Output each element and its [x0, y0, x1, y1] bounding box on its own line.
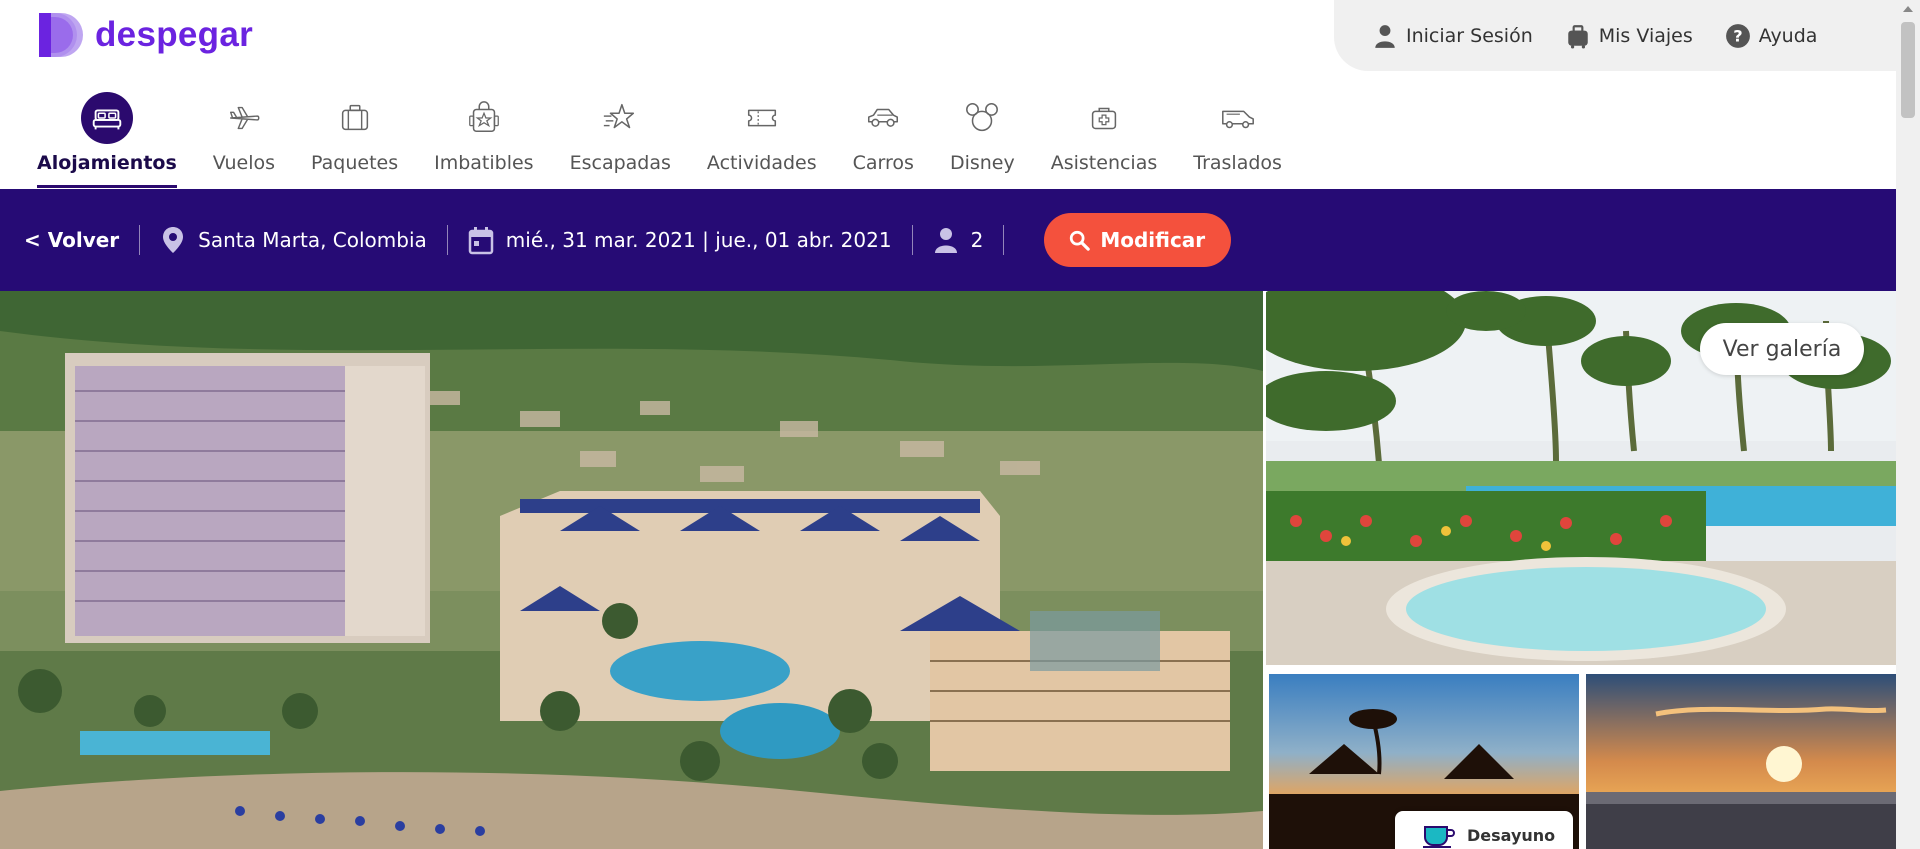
guests-count: 2	[970, 228, 984, 252]
help-icon: ?	[1725, 23, 1750, 48]
help-link[interactable]: ? Ayuda	[1725, 23, 1818, 49]
nav-item-imbatibles[interactable]: Imbatibles	[425, 92, 542, 188]
header: despegar Iniciar Sesión Mis Viajes ? Ayu…	[0, 0, 1896, 188]
my-trips-link[interactable]: Mis Viajes	[1565, 23, 1693, 49]
modify-label: Modificar	[1100, 228, 1206, 252]
search-summary-bar: < Volver Santa Marta, Colombia mié., 31 …	[0, 189, 1896, 291]
dates[interactable]: mié., 31 mar. 2021 | jue., 01 abr. 2021	[468, 225, 892, 255]
nav-label: Disney	[949, 152, 1015, 174]
divider	[139, 225, 141, 255]
nav-item-actividades[interactable]: Actividades	[698, 92, 826, 188]
coffee-cup-icon	[1423, 826, 1455, 848]
destination[interactable]: Santa Marta, Colombia	[160, 225, 427, 255]
divider	[1003, 225, 1005, 255]
car-icon	[857, 92, 909, 144]
nav-label: Imbatibles	[434, 152, 534, 174]
view-gallery-button[interactable]: Ver galería	[1700, 323, 1864, 375]
calendar-icon	[468, 227, 494, 255]
bed-icon	[80, 92, 133, 144]
location-pin-icon	[163, 227, 184, 253]
nav-label: Vuelos	[212, 152, 276, 174]
modify-button[interactable]: Modificar	[1044, 213, 1232, 267]
destination-text: Santa Marta, Colombia	[198, 228, 427, 252]
login-link[interactable]: Iniciar Sesión	[1372, 23, 1533, 49]
nav-label: Asistencias	[1050, 152, 1158, 174]
pool-photo[interactable]: Ver galería	[1266, 291, 1896, 665]
logo-text: despegar	[95, 15, 254, 54]
product-nav: Alojamientos Vuelos Paquetes Imbatibles	[28, 92, 1309, 188]
divider	[911, 225, 913, 255]
mickey-icon	[956, 92, 1008, 144]
page: despegar Iniciar Sesión Mis Viajes ? Ayu…	[0, 0, 1920, 849]
nav-label: Actividades	[706, 152, 817, 174]
scroll-thumb[interactable]	[1901, 22, 1915, 118]
back-link[interactable]: < Volver	[24, 228, 119, 252]
guests[interactable]: 2	[933, 225, 984, 255]
nav-item-carros[interactable]: Carros	[844, 92, 923, 188]
nav-label: Carros	[852, 152, 914, 174]
ticket-icon	[736, 92, 788, 144]
page-scrollbar[interactable]	[1896, 0, 1920, 849]
my-trips-label: Mis Viajes	[1598, 24, 1693, 47]
offer-bag-icon	[458, 92, 510, 144]
plane-icon	[218, 92, 270, 144]
logo-mark-icon	[37, 11, 85, 59]
sunset-photo-2[interactable]	[1586, 674, 1896, 849]
svg-text:?: ?	[1733, 26, 1742, 45]
main-hotel-photo[interactable]	[0, 291, 1263, 849]
suitcase-icon	[1568, 24, 1588, 48]
nav-label: Escapadas	[569, 152, 671, 174]
divider	[446, 225, 448, 255]
van-icon	[1212, 92, 1264, 144]
hotel-gallery: Ver galería Desayuno	[0, 291, 1896, 849]
user-topbar: Iniciar Sesión Mis Viajes ? Ayuda	[1334, 0, 1896, 71]
luggage-icon	[329, 92, 381, 144]
nav-item-disney[interactable]: Disney	[941, 92, 1024, 188]
breakfast-badge: Desayuno	[1395, 811, 1573, 849]
nav-item-asistencias[interactable]: Asistencias	[1042, 92, 1167, 188]
user-icon	[1375, 24, 1395, 48]
nav-item-vuelos[interactable]: Vuelos	[204, 92, 284, 188]
star-icon	[594, 92, 646, 144]
person-icon	[934, 228, 957, 253]
scroll-up-arrow-icon[interactable]	[1903, 6, 1913, 12]
help-label: Ayuda	[1758, 24, 1818, 47]
badge-label: Desayuno	[1467, 825, 1556, 845]
search-icon	[1070, 230, 1091, 251]
nav-label: Traslados	[1193, 152, 1282, 174]
nav-item-traslados[interactable]: Traslados	[1184, 92, 1291, 188]
medical-kit-icon	[1078, 92, 1130, 144]
nav-label: Paquetes	[311, 152, 399, 174]
nav-label: Alojamientos	[37, 152, 177, 174]
nav-item-alojamientos[interactable]: Alojamientos	[28, 92, 186, 188]
nav-item-escapadas[interactable]: Escapadas	[561, 92, 680, 188]
logo[interactable]: despegar	[37, 11, 253, 59]
nav-item-paquetes[interactable]: Paquetes	[302, 92, 407, 188]
dates-text: mié., 31 mar. 2021 | jue., 01 abr. 2021	[505, 228, 892, 252]
login-label: Iniciar Sesión	[1406, 24, 1533, 47]
